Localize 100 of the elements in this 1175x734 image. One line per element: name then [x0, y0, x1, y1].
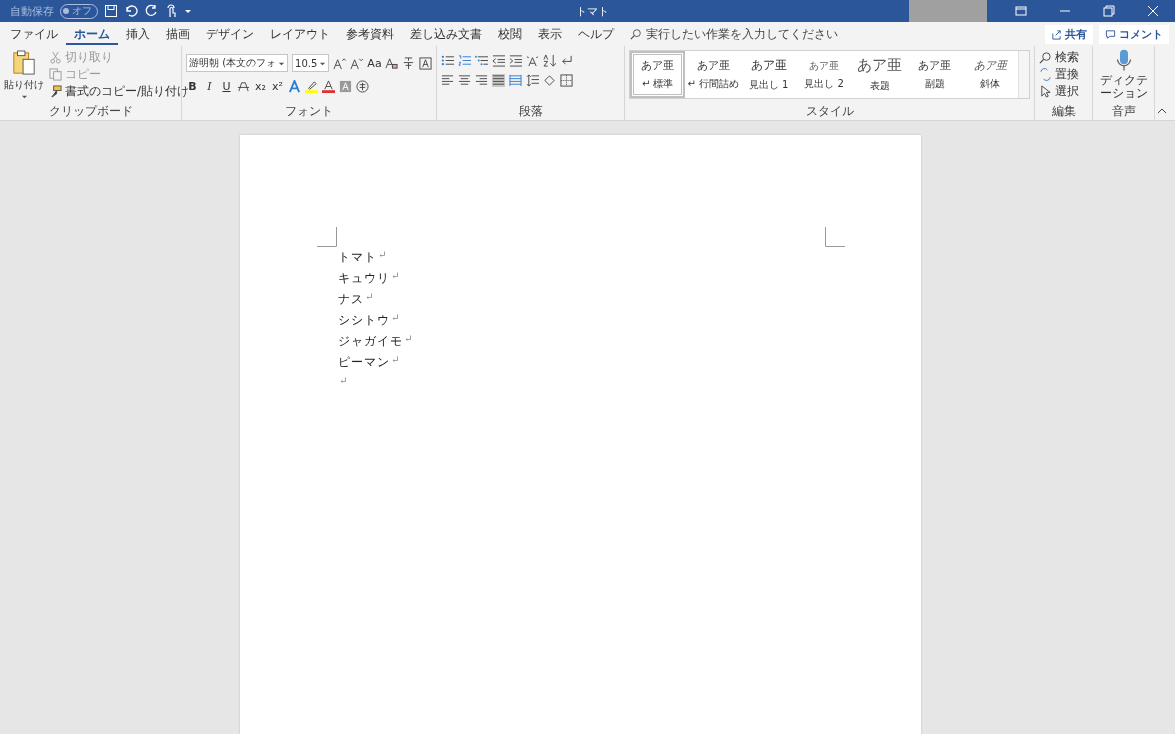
shading-icon[interactable] [543, 74, 556, 87]
sort-icon[interactable] [543, 54, 556, 67]
ribbon-tab[interactable]: デザイン [198, 23, 262, 45]
scissors-icon [49, 50, 62, 64]
comment-button[interactable]: コメント [1099, 24, 1169, 44]
justify-icon[interactable] [492, 74, 505, 87]
change-case-button[interactable]: Aa [367, 55, 381, 71]
share-button[interactable]: 共有 [1045, 24, 1093, 44]
share-icon [1051, 28, 1062, 40]
group-label: 編集 [1050, 104, 1077, 120]
caret-icon [20, 93, 28, 100]
customize-caret-icon[interactable] [184, 7, 192, 15]
find-button[interactable]: 検索 [1039, 49, 1088, 65]
character-border-icon[interactable] [419, 56, 432, 70]
font-color-icon[interactable] [322, 80, 335, 93]
line-spacing-icon[interactable] [526, 74, 539, 87]
paragraph-mark: ↵ [339, 375, 348, 386]
ribbon-tab[interactable]: 参考資料 [338, 23, 402, 45]
ribbon-tab[interactable]: 表示 [530, 23, 570, 45]
superscript-button[interactable]: x² [271, 79, 284, 94]
group-label: 段落 [517, 104, 544, 120]
ribbon-tab[interactable]: ホーム [66, 23, 118, 45]
highlighter-icon[interactable] [305, 80, 318, 93]
style-item[interactable]: あア亜 見出し 1 [741, 51, 797, 98]
increase-indent-icon[interactable] [509, 54, 522, 67]
group-label: フォント [284, 104, 334, 120]
save-icon[interactable] [104, 4, 118, 18]
dictate-button[interactable]: ディクテーション [1097, 49, 1151, 101]
margin-corner-mark [317, 227, 337, 247]
ribbon-tab[interactable]: ファイル [2, 23, 66, 45]
ribbon-tab[interactable]: 差し込み文書 [402, 23, 490, 45]
text-effects-icon[interactable] [288, 80, 301, 93]
select-button[interactable]: 選択 [1039, 83, 1088, 99]
align-left-icon[interactable] [441, 74, 454, 87]
redo-icon[interactable] [144, 4, 158, 18]
window-title: トマト [576, 3, 609, 19]
paragraph-text: ナス [338, 291, 364, 308]
touch-mode-icon[interactable] [164, 4, 178, 18]
paragraph-mark: ↵ [391, 354, 400, 365]
close-icon[interactable] [1146, 4, 1160, 18]
paragraph-text: ジャガイモ [338, 333, 403, 350]
group-label: スタイル [804, 104, 855, 120]
distributed-icon[interactable] [509, 74, 522, 87]
gallery-scrollbar[interactable] [1018, 51, 1029, 98]
paragraph-mark: ↵ [391, 270, 400, 281]
ribbon-display-icon[interactable] [1014, 4, 1028, 18]
paragraph-text: トマト [338, 249, 377, 266]
ribbon-tab[interactable]: ヘルプ [570, 23, 622, 45]
clear-formatting-icon[interactable] [385, 56, 398, 70]
group-label: クリップボード [47, 104, 134, 120]
font-name-field[interactable]: 游明朝 (本文のフォ [186, 54, 289, 72]
decrease-indent-icon[interactable] [492, 54, 505, 67]
margin-corner-mark [825, 227, 845, 247]
ribbon-tab[interactable]: 挿入 [118, 23, 158, 45]
borders-icon[interactable] [560, 74, 573, 87]
paragraph-mark: ↵ [378, 249, 387, 260]
style-item[interactable]: あア亜 副題 [907, 51, 963, 98]
bullets-icon[interactable] [441, 54, 454, 67]
numbering-icon[interactable] [458, 54, 471, 67]
replace-button[interactable]: 置換 [1039, 66, 1088, 82]
style-item[interactable]: あア亜 ↵ 行間詰め [685, 51, 741, 98]
underline-button[interactable]: U [220, 79, 233, 94]
tell-me-field[interactable]: 実行したい作業を入力してください [646, 27, 896, 41]
paste-button[interactable]: 貼り付け [4, 49, 44, 104]
replace-icon [1039, 67, 1052, 81]
paragraph-text: シシトウ [338, 312, 390, 329]
asian-layout-icon[interactable] [526, 54, 539, 67]
style-item[interactable]: あア亜 ↵ 標準 [630, 51, 686, 98]
align-center-icon[interactable] [458, 74, 471, 87]
ribbon-tab[interactable]: 校閲 [490, 23, 530, 45]
restore-icon[interactable] [1102, 4, 1116, 18]
paragraph-marks-icon[interactable] [560, 54, 573, 67]
grow-font-icon[interactable] [333, 56, 347, 70]
paintbrush-icon [49, 84, 62, 98]
style-item[interactable]: あア亜 表題 [851, 51, 908, 98]
autosave-label: 自動保存 [10, 3, 54, 19]
cursor-icon [1039, 84, 1052, 98]
strikethrough-icon[interactable] [237, 80, 250, 93]
character-shading-icon[interactable] [339, 80, 352, 93]
subscript-button[interactable]: x₂ [254, 79, 267, 94]
clipboard-icon [12, 49, 36, 77]
align-right-icon[interactable] [475, 74, 488, 87]
style-item[interactable]: あア亜 斜体 [962, 51, 1019, 98]
group-label: 音声 [1110, 104, 1137, 120]
format-painter-button[interactable]: 書式のコピー/貼り付け [49, 83, 190, 99]
font-size-field[interactable]: 10.5 [292, 54, 330, 72]
collapse-ribbon-icon[interactable] [1157, 106, 1167, 116]
multilevel-list-icon[interactable] [475, 54, 488, 67]
style-item[interactable]: あア亜 見出し 2 [796, 51, 852, 98]
paragraph-mark: ↵ [391, 312, 400, 323]
shrink-font-icon[interactable] [350, 56, 364, 70]
enclose-character-icon[interactable] [356, 80, 369, 93]
ribbon-tab[interactable]: 描画 [158, 23, 198, 45]
search-icon [630, 28, 642, 40]
speech-bubble-icon [1105, 28, 1116, 40]
undo-icon[interactable] [124, 4, 138, 18]
italic-button[interactable]: I [203, 79, 216, 94]
phonetic-guide-icon[interactable] [402, 56, 415, 70]
ribbon-tab[interactable]: レイアウト [262, 23, 338, 45]
paragraph-text: キュウリ [338, 270, 390, 287]
